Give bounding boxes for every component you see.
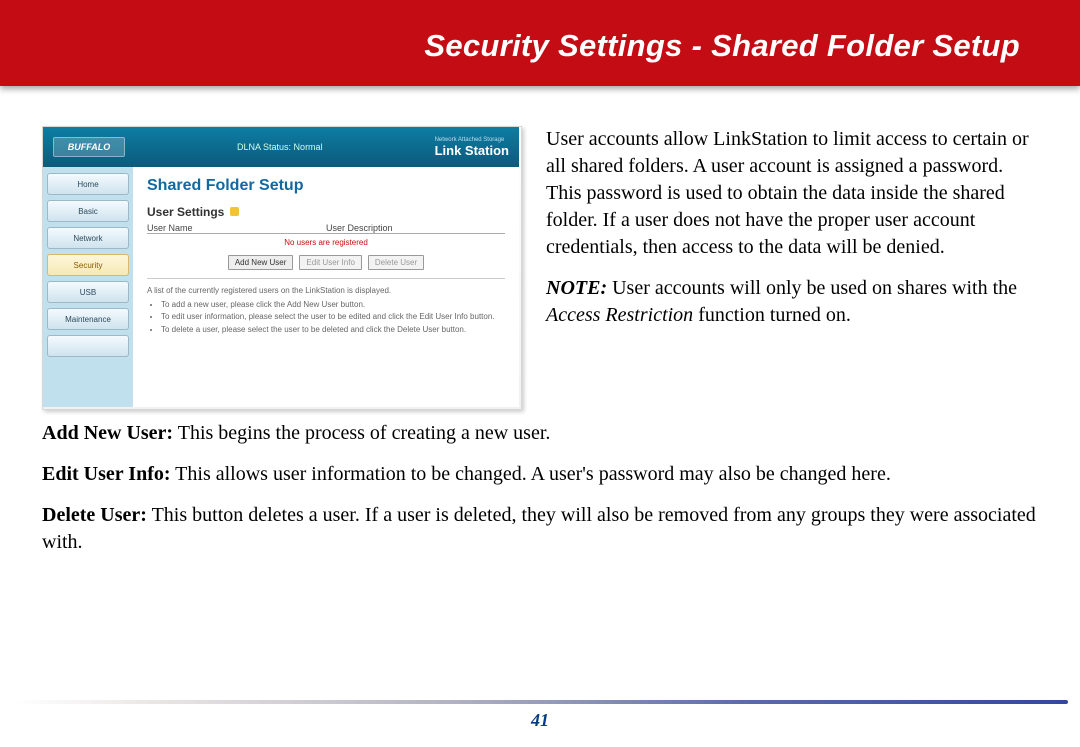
dlna-status: DLNA Status: Normal: [237, 142, 323, 152]
term-delete-user: Delete User:: [42, 504, 147, 526]
hint-item: To add a new user, please click the Add …: [161, 299, 505, 310]
term-add-new-user: Add New User:: [42, 422, 173, 444]
edit-user-info-paragraph: Edit User Info: This allows user informa…: [42, 461, 1038, 488]
sidebar-item-home[interactable]: Home: [47, 173, 129, 195]
edit-user-info-button[interactable]: Edit User Info: [299, 255, 361, 270]
add-new-user-button[interactable]: Add New User: [228, 255, 294, 270]
empty-state: No users are registered: [147, 234, 505, 255]
sidebar-item-security[interactable]: Security: [47, 254, 129, 276]
add-new-user-paragraph: Add New User: This begins the process of…: [42, 420, 1038, 447]
sidebar-item-extra[interactable]: [47, 335, 129, 357]
sidebar-item-maintenance[interactable]: Maintenance: [47, 308, 129, 330]
panel-title: Shared Folder Setup: [147, 177, 505, 195]
col-username: User Name: [147, 223, 326, 233]
access-restriction-term: Access Restriction: [546, 304, 693, 326]
hint-item: To delete a user, please select the user…: [161, 324, 505, 335]
delete-user-paragraph: Delete User: This button deletes a user.…: [42, 502, 1038, 556]
page-title: Security Settings - Shared Folder Setup: [0, 0, 1080, 64]
panel-subtitle: User Settings: [147, 205, 505, 219]
page-number: 41: [0, 710, 1080, 731]
screenshot-figure: BUFFALO DLNA Status: Normal Network Atta…: [42, 126, 522, 410]
delete-user-button[interactable]: Delete User: [368, 255, 424, 270]
footer-divider: [12, 700, 1068, 704]
screenshot-topbar: BUFFALO DLNA Status: Normal Network Atta…: [43, 127, 519, 167]
sidebar-item-usb[interactable]: USB: [47, 281, 129, 303]
page-footer: 41: [0, 700, 1080, 731]
screenshot-sidebar: Home Basic Network Security USB Maintena…: [43, 167, 133, 407]
sidebar-item-network[interactable]: Network: [47, 227, 129, 249]
product-name: Network Attached Storage Link Station: [435, 137, 509, 158]
user-table-header: User Name User Description: [147, 223, 505, 234]
note-lead: NOTE:: [546, 277, 607, 299]
help-icon[interactable]: [230, 207, 239, 216]
col-userdesc: User Description: [326, 223, 505, 233]
hint-box: A list of the currently registered users…: [147, 278, 505, 335]
brand-logo: BUFFALO: [53, 137, 125, 157]
term-edit-user-info: Edit User Info:: [42, 463, 171, 485]
header-band: Security Settings - Shared Folder Setup: [0, 0, 1080, 86]
hint-item: To edit user information, please select …: [161, 311, 505, 322]
sidebar-item-basic[interactable]: Basic: [47, 200, 129, 222]
screenshot-main-panel: Shared Folder Setup User Settings User N…: [133, 167, 519, 407]
